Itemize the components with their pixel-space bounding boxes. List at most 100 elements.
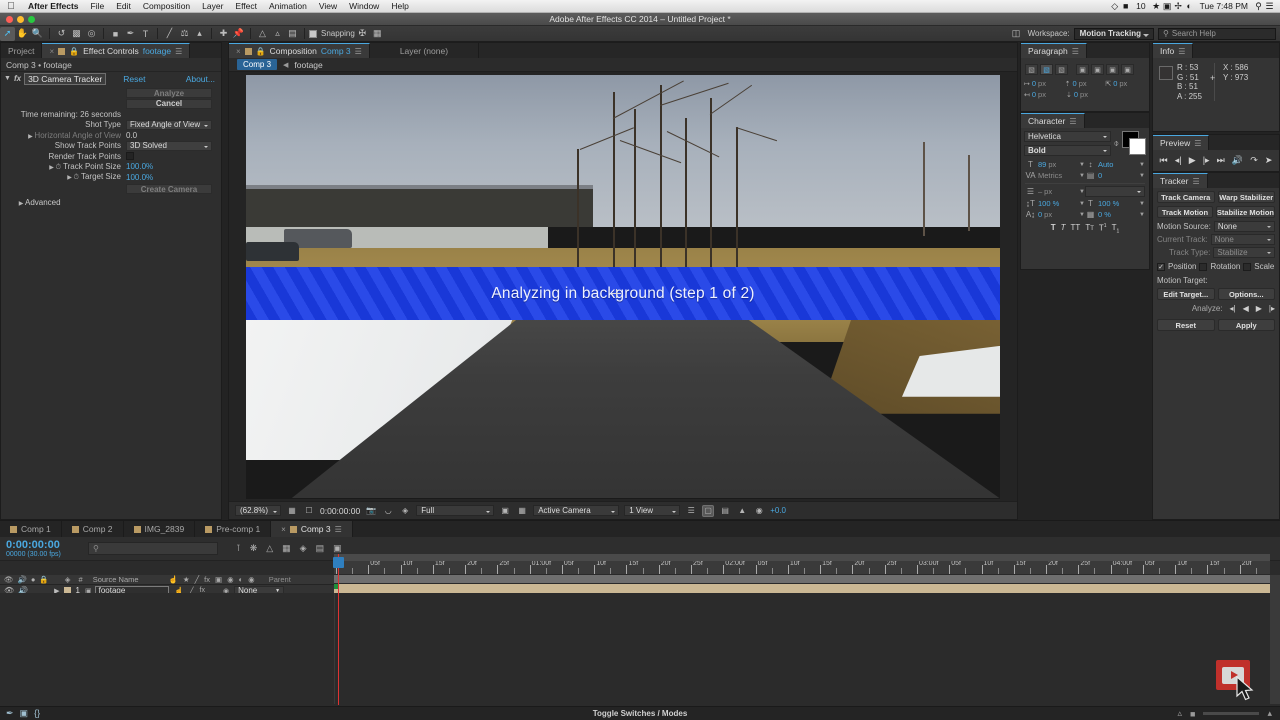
apply-button[interactable]: Apply xyxy=(1218,319,1276,331)
tab-paragraph[interactable]: Paragraph ☰ xyxy=(1021,43,1087,58)
eyedropper-icon[interactable]: ⌽ xyxy=(1114,138,1119,149)
create-camera-button[interactable]: Create Camera xyxy=(126,184,212,194)
back-arrow-icon[interactable]: ◀ xyxy=(283,61,288,69)
tab-preview[interactable]: Preview ☰ xyxy=(1153,135,1209,150)
timeline-ruler[interactable]: 0f05f10f15f20f25f01:00f05f10f15f20f25f02… xyxy=(334,561,1270,575)
timeline-link-icon[interactable]: ▤ xyxy=(719,505,731,517)
scale-checkbox[interactable] xyxy=(1243,263,1251,271)
disclosure-triangle-icon[interactable]: ▶ xyxy=(66,174,74,181)
menu-window[interactable]: Window xyxy=(343,0,385,13)
motion-blur-icon[interactable]: ◉ xyxy=(227,575,234,584)
lock-icon[interactable]: 🔒 xyxy=(69,47,79,56)
chevron-down-icon[interactable]: ▼ xyxy=(1139,162,1145,168)
minimize-window-button[interactable] xyxy=(17,16,24,23)
lock-icon[interactable]: 🔒 xyxy=(256,47,266,56)
panel-menu-icon[interactable]: ☰ xyxy=(1178,47,1185,56)
font-family-dropdown[interactable]: Helvetica xyxy=(1024,131,1111,142)
pixel-aspect-icon[interactable]: ☰ xyxy=(685,505,697,517)
effect-name[interactable]: 3D Camera Tracker xyxy=(24,73,106,85)
analyze-backward-icon[interactable]: ◀ xyxy=(1243,304,1249,313)
zoom-tool-icon[interactable]: 🔍 xyxy=(30,27,45,41)
view-camera-dropdown[interactable]: Active Camera xyxy=(533,505,619,516)
track-point-size-value[interactable]: 100.0% xyxy=(126,162,153,171)
collapse-transform-icon[interactable]: ★ xyxy=(183,575,190,584)
wifi-icon[interactable]: ◐ xyxy=(1184,1,1195,11)
shy-icon[interactable]: ☝ xyxy=(169,575,178,584)
menu-edit[interactable]: Edit xyxy=(110,0,137,13)
shape-tool-icon[interactable]: ■ xyxy=(108,27,123,41)
brush-tool-icon[interactable]: ╱ xyxy=(162,27,177,41)
shot-type-dropdown[interactable]: Fixed Angle of View xyxy=(126,120,212,130)
render-track-points-checkbox[interactable] xyxy=(126,152,134,160)
graph-icon[interactable]: {} xyxy=(34,708,40,719)
show-track-points-dropdown[interactable]: 3D Solved xyxy=(126,141,212,151)
menu-after-effects[interactable]: After Effects xyxy=(22,0,85,13)
tab-composition[interactable]: × 🔒 Composition Comp 3 ☰ xyxy=(229,43,370,58)
vertical-scale-field[interactable]: ↨T 100 % ▼ xyxy=(1025,199,1085,208)
effect-about-link[interactable]: About... xyxy=(186,74,215,84)
italic-button[interactable]: T xyxy=(1061,223,1066,235)
position-checkbox[interactable]: ✓ xyxy=(1157,263,1165,271)
space-after-field[interactable]: ⇣ 0 px xyxy=(1066,90,1108,99)
color-swatches[interactable] xyxy=(1122,131,1146,155)
audio-icon[interactable]: 🔊 xyxy=(18,575,27,584)
quality-icon[interactable]: ╱ xyxy=(195,575,200,584)
current-time-indicator-head[interactable] xyxy=(333,557,344,568)
panel-menu-icon[interactable]: ☰ xyxy=(1072,47,1079,56)
grid-icon[interactable]: ☐ xyxy=(303,505,315,517)
options-button[interactable]: Options... xyxy=(1218,288,1276,300)
effect-reset-link[interactable]: Reset xyxy=(123,74,145,84)
channels-icon[interactable]: ◈ xyxy=(399,505,411,517)
indent-first-field[interactable]: ⇱ 0 px xyxy=(1105,79,1146,88)
audio-icon[interactable]: 🔊 xyxy=(1232,155,1243,166)
view-count-dropdown[interactable]: 1 View xyxy=(624,505,680,516)
menu-layer[interactable]: Layer xyxy=(196,0,229,13)
tsume-field[interactable]: ▦ 0 % ▼ xyxy=(1085,210,1145,219)
timeline-tab-comp1[interactable]: Comp 1 xyxy=(0,521,62,537)
close-window-button[interactable] xyxy=(6,16,13,23)
puppet-overlap-icon[interactable]: ▵ xyxy=(270,27,285,41)
align-right-button[interactable]: ▧ xyxy=(1055,64,1068,75)
puppet-pin-tool-icon[interactable]: 📌 xyxy=(231,27,246,41)
fast-previews-icon[interactable]: ▢ xyxy=(702,505,714,517)
current-timecode[interactable]: 0:00:00:00 xyxy=(320,506,360,516)
puppet-mesh-icon[interactable]: ▤ xyxy=(285,27,300,41)
solo-icon[interactable]: ● xyxy=(31,575,36,584)
stroke-order-dropdown[interactable] xyxy=(1085,186,1145,197)
edit-target-button[interactable]: Edit Target... xyxy=(1157,288,1215,300)
analyze-button[interactable]: Analyze xyxy=(126,88,212,98)
chevron-down-icon[interactable]: ▼ xyxy=(1139,173,1145,179)
timeline-tab-comp2[interactable]: Comp 2 xyxy=(62,521,124,537)
panel-menu-icon[interactable]: ☰ xyxy=(1069,117,1076,126)
region-of-interest-icon[interactable]: ▣ xyxy=(499,505,511,517)
current-track-dropdown[interactable]: None xyxy=(1211,234,1275,245)
justify-all-button[interactable]: ▣ xyxy=(1121,64,1134,75)
menu-animation[interactable]: Animation xyxy=(263,0,313,13)
tracking-field[interactable]: ▤ 0 ▼ xyxy=(1085,171,1145,180)
fx-icon[interactable]: fx xyxy=(14,74,21,83)
comp-icon[interactable]: ▣ xyxy=(20,708,29,719)
loop-icon[interactable]: ↷ xyxy=(1250,155,1258,166)
work-area-bar[interactable] xyxy=(334,554,1270,561)
last-frame-icon[interactable]: ⏭ xyxy=(1217,155,1225,166)
timeline-scrollbar-vertical[interactable] xyxy=(1270,575,1280,704)
next-frame-icon[interactable]: |▸ xyxy=(1203,155,1210,166)
toggle-switches-modes-button[interactable]: Toggle Switches / Modes xyxy=(593,709,688,718)
pen-tool-icon[interactable]: ✒ xyxy=(123,27,138,41)
draft-3d-icon[interactable]: ❋ xyxy=(250,543,258,554)
puppet-starch-icon[interactable]: △ xyxy=(255,27,270,41)
frame-blending-icon[interactable]: ▦ xyxy=(282,543,291,554)
disclosure-triangle-icon[interactable]: ▼ xyxy=(4,75,11,82)
exposure-icon[interactable]: ◉ xyxy=(753,505,765,517)
cancel-button[interactable]: Cancel xyxy=(126,99,212,109)
show-snapshot-icon[interactable]: ◡ xyxy=(382,505,394,517)
chevron-down-icon[interactable]: ▼ xyxy=(1139,201,1145,207)
rotation-tool-icon[interactable]: ↺ xyxy=(54,27,69,41)
rotation-checkbox[interactable] xyxy=(1199,263,1207,271)
ram-preview-icon[interactable]: ➤ xyxy=(1265,155,1273,166)
panel-menu-icon[interactable]: ☰ xyxy=(1194,139,1201,148)
menu-composition[interactable]: Composition xyxy=(137,0,196,13)
warp-stabilizer-button[interactable]: Warp Stabilizer xyxy=(1218,191,1276,203)
align-left-button[interactable]: ▧ xyxy=(1025,64,1038,75)
bluetooth-icon[interactable]: ★ xyxy=(1151,1,1162,12)
